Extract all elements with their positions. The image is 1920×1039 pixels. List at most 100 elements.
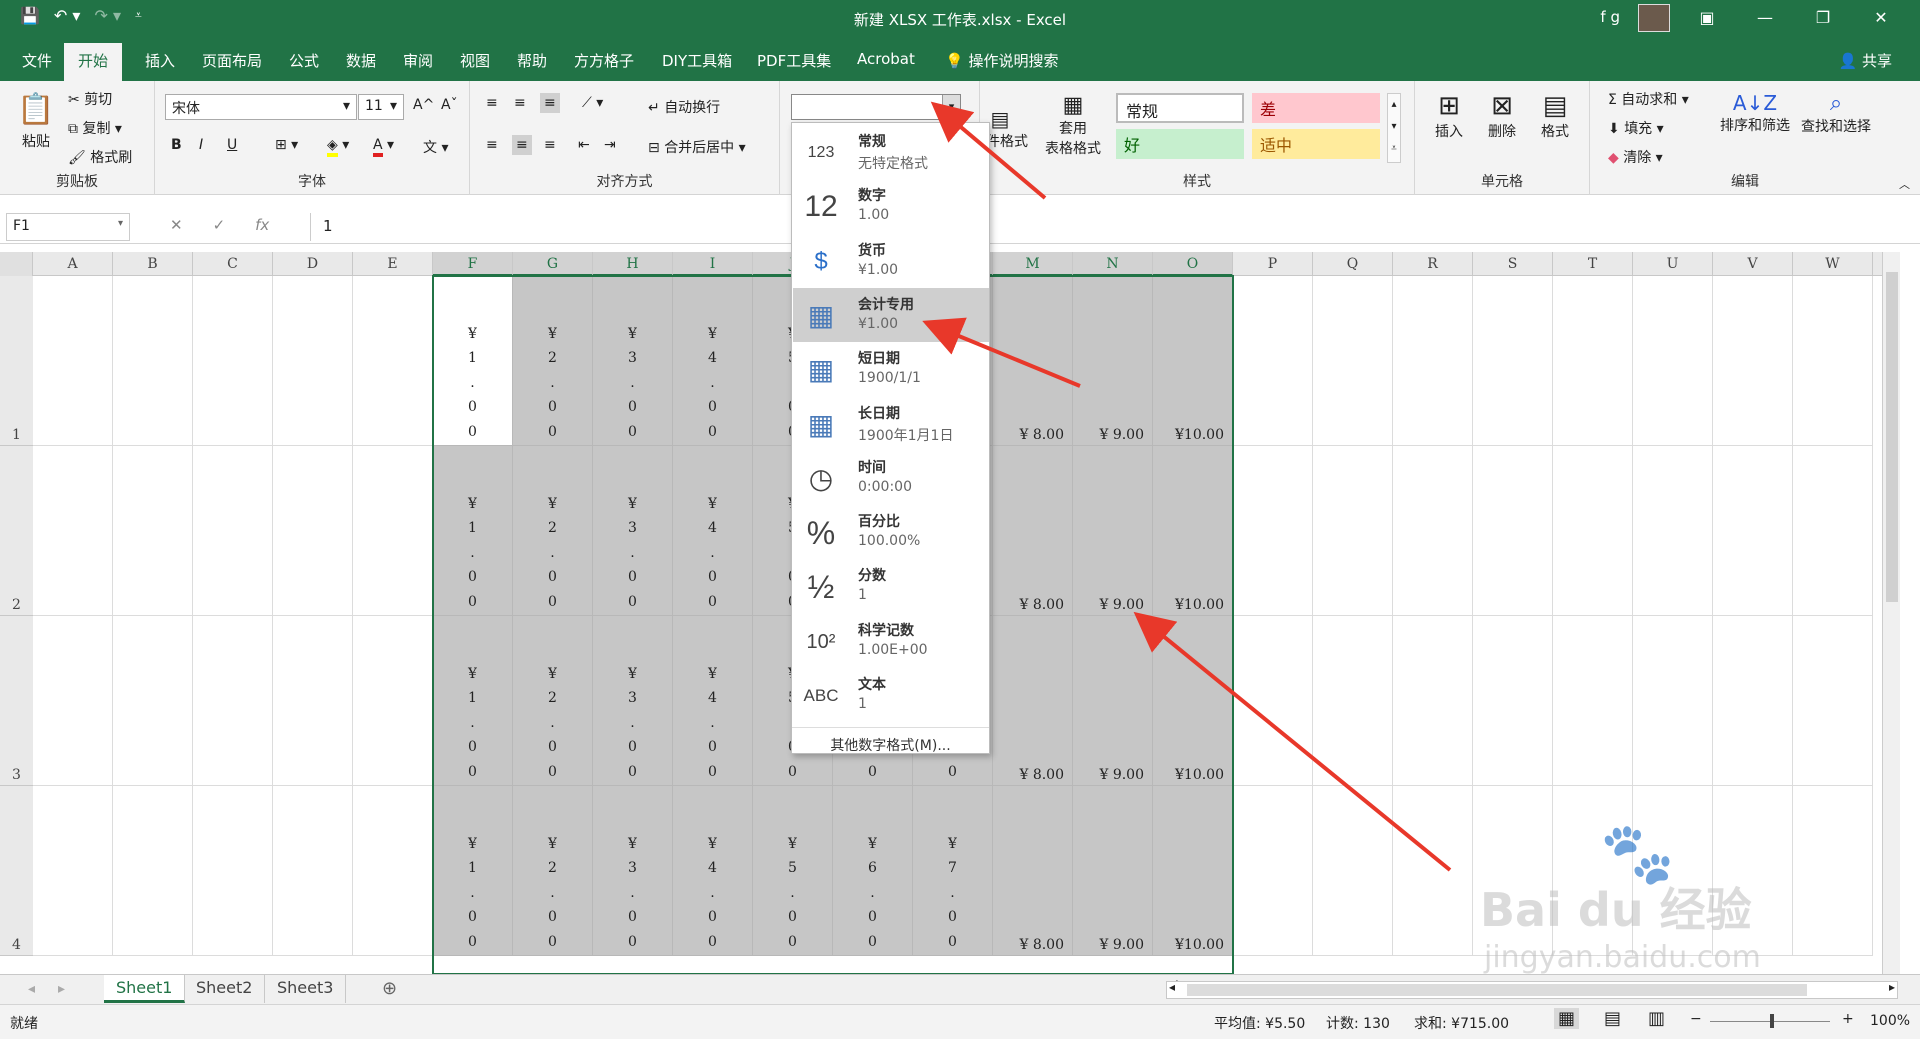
tell-me-search[interactable]: 💡 操作说明搜索 [945,50,1058,71]
number-format-option[interactable]: ABC 文本 1 [793,668,989,722]
column-header-v[interactable]: V [1713,252,1793,276]
cell-d3[interactable] [273,616,353,786]
cell-q4[interactable] [1313,786,1393,956]
more-number-formats-link[interactable]: 其他数字格式(M)... [792,727,989,755]
sheet-tab-sheet3[interactable]: Sheet3 [265,975,347,1003]
cell-m3[interactable]: ¥ 8.00 [993,616,1073,786]
increase-indent-icon[interactable]: ⇥ [604,137,616,153]
cell-s3[interactable] [1473,616,1553,786]
cell-m2[interactable]: ¥ 8.00 [993,446,1073,616]
tab-help[interactable]: 帮助 [517,50,547,71]
align-top-icon[interactable]: ≡ [486,95,498,111]
column-header-d[interactable]: D [273,252,353,276]
tab-review[interactable]: 审阅 [403,50,433,71]
cut-button[interactable]: ✂ 剪切 [68,89,112,109]
column-header-e[interactable]: E [353,252,433,276]
shrink-font-icon[interactable]: Aˇ [441,97,458,113]
wrap-text-button[interactable]: ↵ 自动换行 [648,97,720,117]
number-format-option[interactable]: ▦ 会计专用 ¥1.00 [793,287,989,342]
cell-l4[interactable]: ¥7. 0 0 [913,786,993,956]
cell-n1[interactable]: ¥ 9.00 [1073,276,1153,446]
style-good[interactable]: 好 [1116,129,1244,159]
align-middle-icon[interactable]: ≡ [514,95,526,111]
phonetic-icon[interactable]: 文 ▾ [423,137,448,157]
tab-fangfang[interactable]: 方方格子 [574,50,634,71]
cell-s1[interactable] [1473,276,1553,446]
delete-cells-button[interactable]: ⊠ 删除 [1480,91,1524,141]
cell-c1[interactable] [193,276,273,446]
column-header-f[interactable]: F [433,252,513,276]
cell-c3[interactable] [193,616,273,786]
column-header-i[interactable]: I [673,252,753,276]
cell-g1[interactable]: ¥2. 0 0 [513,276,593,446]
cell-f3[interactable]: ¥1. 0 0 [433,616,513,786]
font-name-select[interactable]: 宋体 ▾ [165,94,357,120]
cell-h1[interactable]: ¥3. 0 0 [593,276,673,446]
scroll-left-icon[interactable]: ◂ [1169,980,1175,994]
fill-color-icon[interactable]: ◈ ▾ [327,137,349,157]
cell-t2[interactable] [1553,446,1633,616]
decrease-indent-icon[interactable]: ⇤ [578,137,590,153]
clear-button[interactable]: ◆ 清除 ▾ [1608,147,1663,167]
row-header-2[interactable]: 2 [0,446,33,616]
column-header-t[interactable]: T [1553,252,1633,276]
tab-insert[interactable]: 插入 [145,50,175,71]
vertical-scrollbar[interactable] [1882,252,1900,974]
cell-t1[interactable] [1553,276,1633,446]
zoom-level[interactable]: 100% [1870,1013,1910,1029]
cell-e2[interactable] [353,446,433,616]
copy-button[interactable]: ⧉ 复制 ▾ [68,118,122,138]
cell-c2[interactable] [193,446,273,616]
select-all-corner[interactable] [0,252,33,276]
cell-o2[interactable]: ¥10.00 [1153,446,1233,616]
format-as-table-button[interactable]: ▦ 套用 表格格式 [1038,93,1108,158]
chevron-down-icon[interactable]: ▾ [942,95,960,119]
column-header-a[interactable]: A [33,252,113,276]
cell-w4[interactable] [1793,786,1873,956]
column-header-s[interactable]: S [1473,252,1553,276]
column-header-w[interactable]: W [1793,252,1873,276]
orientation-icon[interactable]: ⟋ ▾ [582,95,603,111]
cell-w3[interactable] [1793,616,1873,786]
insert-function-icon[interactable]: fx [255,216,269,234]
column-header-m[interactable]: M [993,252,1073,276]
cell-a3[interactable] [33,616,113,786]
font-size-select[interactable]: 11 ▾ [358,94,404,120]
cell-n3[interactable]: ¥ 9.00 [1073,616,1153,786]
font-color-icon[interactable]: A ▾ [373,137,394,157]
cell-h3[interactable]: ¥3. 0 0 [593,616,673,786]
cell-q3[interactable] [1313,616,1393,786]
cell-u2[interactable] [1633,446,1713,616]
column-header-c[interactable]: C [193,252,273,276]
cell-f1[interactable]: ¥1. 0 0 [433,276,513,446]
grow-font-icon[interactable]: A^ [413,97,434,113]
page-break-view-icon[interactable]: ▥ [1648,1008,1665,1029]
cell-o4[interactable]: ¥10.00 [1153,786,1233,956]
cell-v2[interactable] [1713,446,1793,616]
column-header-p[interactable]: P [1233,252,1313,276]
cell-f4[interactable]: ¥1. 0 0 [433,786,513,956]
sheet-tab-sheet2[interactable]: Sheet2 [184,975,266,1003]
sheet-tab-sheet1[interactable]: Sheet1 [104,975,186,1003]
cell-s2[interactable] [1473,446,1553,616]
tab-acrobat[interactable]: Acrobat [857,50,915,68]
column-header-q[interactable]: Q [1313,252,1393,276]
cell-t3[interactable] [1553,616,1633,786]
number-format-option[interactable]: $ 货币 ¥1.00 [793,234,989,288]
cell-g3[interactable]: ¥2. 0 0 [513,616,593,786]
zoom-out-icon[interactable]: − [1690,1011,1702,1027]
cell-v1[interactable] [1713,276,1793,446]
scroll-right-icon[interactable]: ▸ [1889,980,1895,994]
next-sheet-icon[interactable]: ▸ [58,981,65,997]
cell-v3[interactable] [1713,616,1793,786]
column-header-o[interactable]: O [1153,252,1233,276]
prev-sheet-icon[interactable]: ◂ [28,981,35,997]
cell-e4[interactable] [353,786,433,956]
column-header-u[interactable]: U [1633,252,1713,276]
row-header-3[interactable]: 3 [0,616,33,786]
cell-k4[interactable]: ¥6. 0 0 [833,786,913,956]
cell-i4[interactable]: ¥4. 0 0 [673,786,753,956]
cell-u3[interactable] [1633,616,1713,786]
cell-g2[interactable]: ¥2. 0 0 [513,446,593,616]
tab-page-layout[interactable]: 页面布局 [202,50,262,71]
